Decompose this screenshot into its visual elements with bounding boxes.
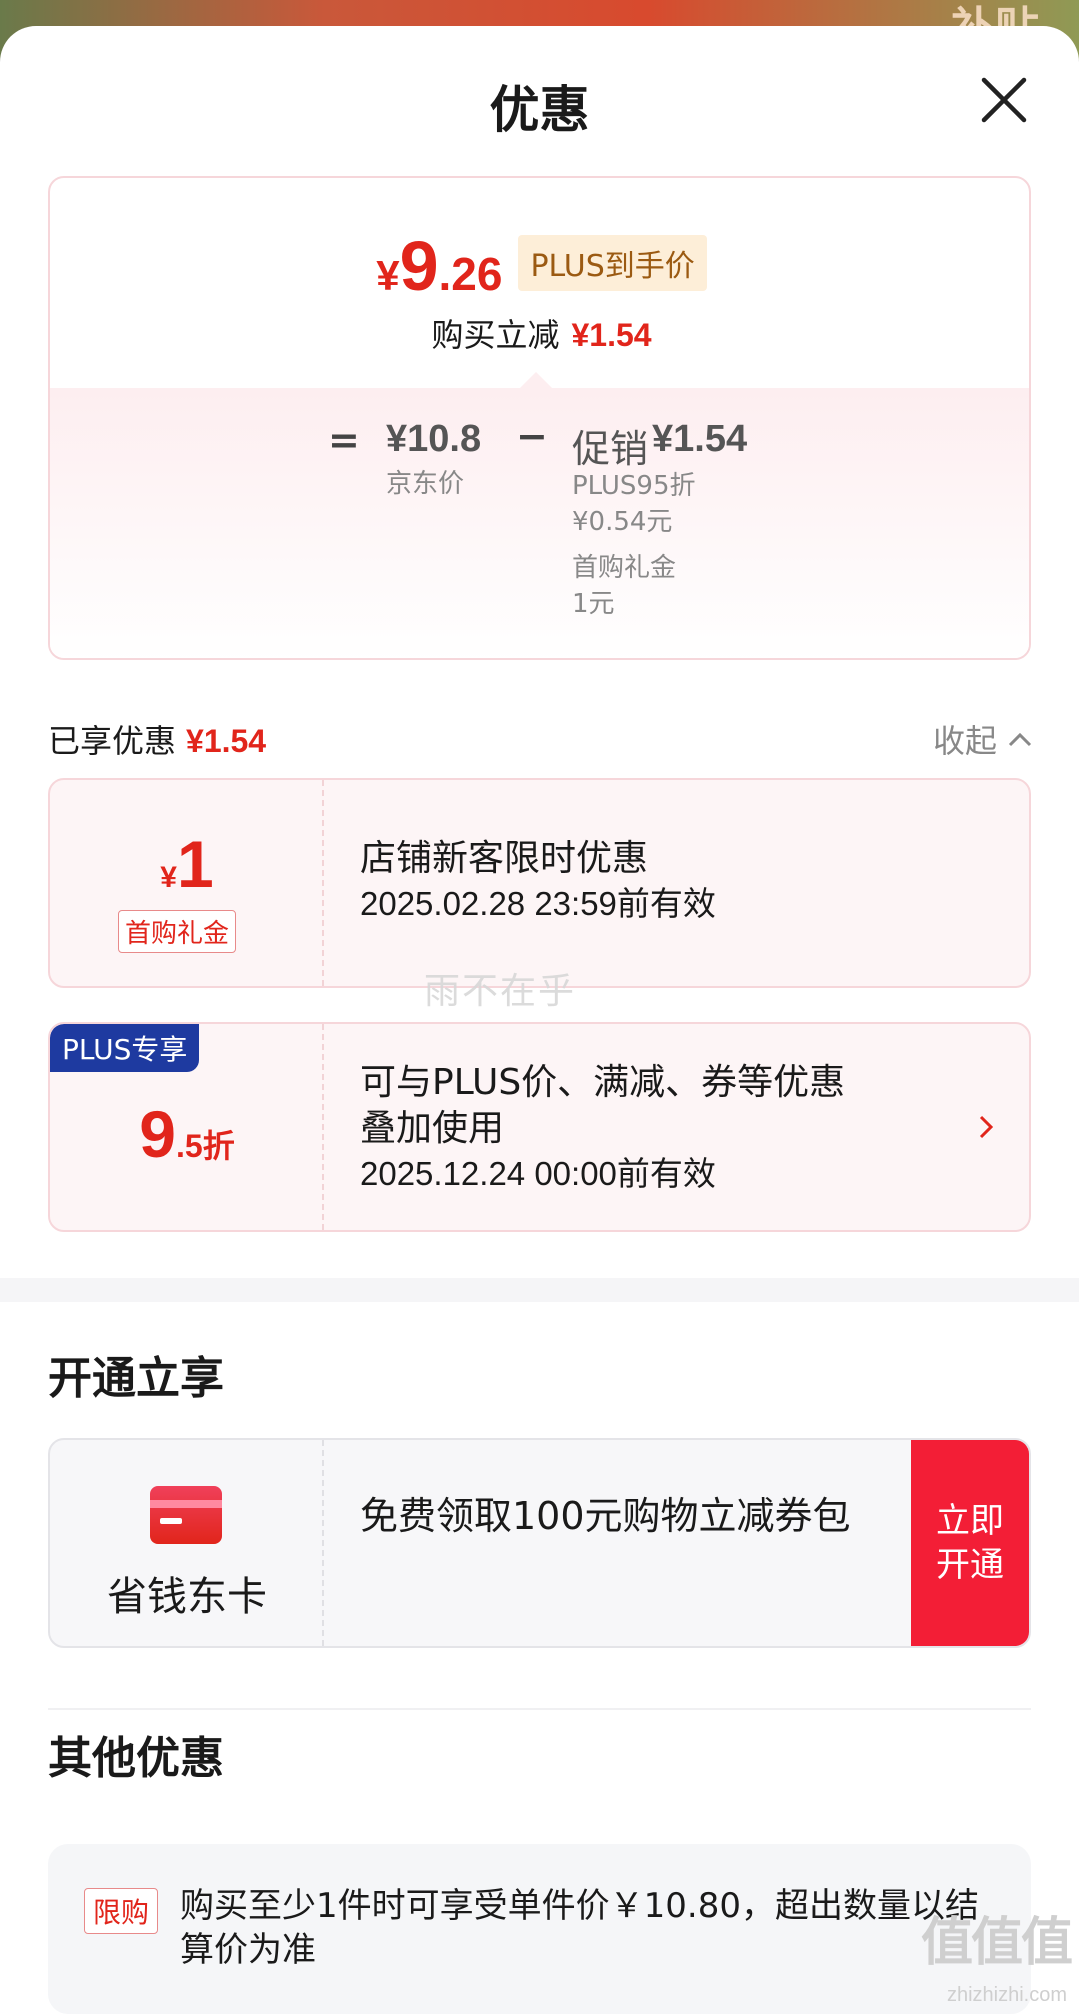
other-section-title: 其他优惠 <box>48 1733 224 1784</box>
limit-tag: 限购 <box>84 1888 159 1934</box>
jd-price-label: 京东价 <box>386 469 465 499</box>
coupon-card[interactable]: ¥1 首购礼金 店铺新客限时优惠 2025.02.28 23:59前有效 <box>48 778 1031 988</box>
site-watermark-url: zhizhizhi.com <box>946 1984 1067 2006</box>
section-divider <box>0 1278 1079 1302</box>
instant-reduction: 购买立减 ¥1.54 <box>431 316 652 354</box>
plus-price-badge: PLUS到手价 <box>518 235 707 291</box>
open-section-title: 开通立享 <box>48 1353 224 1404</box>
coupon-title-line2: 叠加使用 <box>360 1108 505 1149</box>
promo-item-value: ¥0.54元 <box>572 507 673 537</box>
plus-exclusive-badge: PLUS专享 <box>50 1024 200 1072</box>
coupon-title-line1: 可与PLUS价、满减、券等优惠 <box>360 1062 846 1103</box>
final-price: ¥9.26 <box>376 227 503 305</box>
chevron-right-icon[interactable] <box>977 1112 995 1142</box>
minus-sign: − <box>516 414 548 458</box>
promo-label: 促销 <box>572 427 649 471</box>
chevron-up-icon <box>1008 732 1032 747</box>
open-now-button[interactable]: 立即开通 <box>911 1440 1029 1646</box>
pointer-arrow <box>520 372 552 388</box>
equals-sign: = <box>328 418 360 462</box>
plus-discount-card[interactable]: 9.5折 PLUS专享 可与PLUS价、满减、券等优惠 叠加使用 2025.12… <box>48 1022 1031 1232</box>
limit-description: 购买至少1件时可享受单件价￥10.80，超出数量以结算价为准 <box>180 1886 979 1970</box>
promo-value: ¥1.54 <box>652 418 748 460</box>
membership-name: 省钱东卡 <box>107 1574 267 1620</box>
collapse-button[interactable]: 收起 <box>933 716 1033 762</box>
divider <box>48 1708 1031 1710</box>
user-watermark: 雨不在乎 <box>424 971 577 1012</box>
membership-description: 免费领取100元购物立减券包 <box>360 1494 851 1538</box>
coupon-value-area: ¥1 首购礼金 <box>50 780 324 986</box>
sheet-title: 优惠 <box>489 81 590 139</box>
coupon-expiry: 2025.02.28 23:59前有效 <box>360 885 716 922</box>
coupon-amount: ¥1 <box>160 827 214 901</box>
discount-rate: 9.5折 <box>139 1097 235 1171</box>
site-watermark-logo: 值值值 <box>920 1913 1073 1973</box>
enjoyed-discount: 已享优惠 ¥1.54 <box>48 722 267 760</box>
purchase-limit-info: 限购 购买至少1件时可享受单件价￥10.80，超出数量以结算价为准 <box>48 1844 1031 2014</box>
card-icon <box>150 1486 222 1544</box>
coupon-title: 店铺新客限时优惠 <box>360 838 649 879</box>
price-breakdown-card: ¥9.26 PLUS到手价 购买立减 ¥1.54 = ¥10.8 京东价 − 促销… <box>48 176 1031 660</box>
promo-item-name: 首购礼金 <box>572 553 677 583</box>
promo-item-name: PLUS95折 <box>572 471 696 501</box>
promo-item-value: 1元 <box>572 589 615 619</box>
coupon-type-tag: 首购礼金 <box>118 910 237 953</box>
membership-card-offer: 省钱东卡 免费领取100元购物立减券包 立即开通 <box>48 1438 1031 1648</box>
jd-price: ¥10.8 <box>386 418 482 460</box>
coupon-expiry: 2025.12.24 00:00前有效 <box>360 1155 716 1192</box>
price-calculation: = ¥10.8 京东价 − 促销 ¥1.54 PLUS95折 ¥0.54元 首购… <box>50 388 1029 658</box>
close-icon[interactable] <box>976 72 1032 128</box>
discount-bottom-sheet: 优惠 ¥9.26 PLUS到手价 购买立减 ¥1.54 = ¥10.8 京东价 −… <box>0 26 1079 2015</box>
final-price-area: ¥9.26 PLUS到手价 购买立减 ¥1.54 <box>50 178 1029 388</box>
